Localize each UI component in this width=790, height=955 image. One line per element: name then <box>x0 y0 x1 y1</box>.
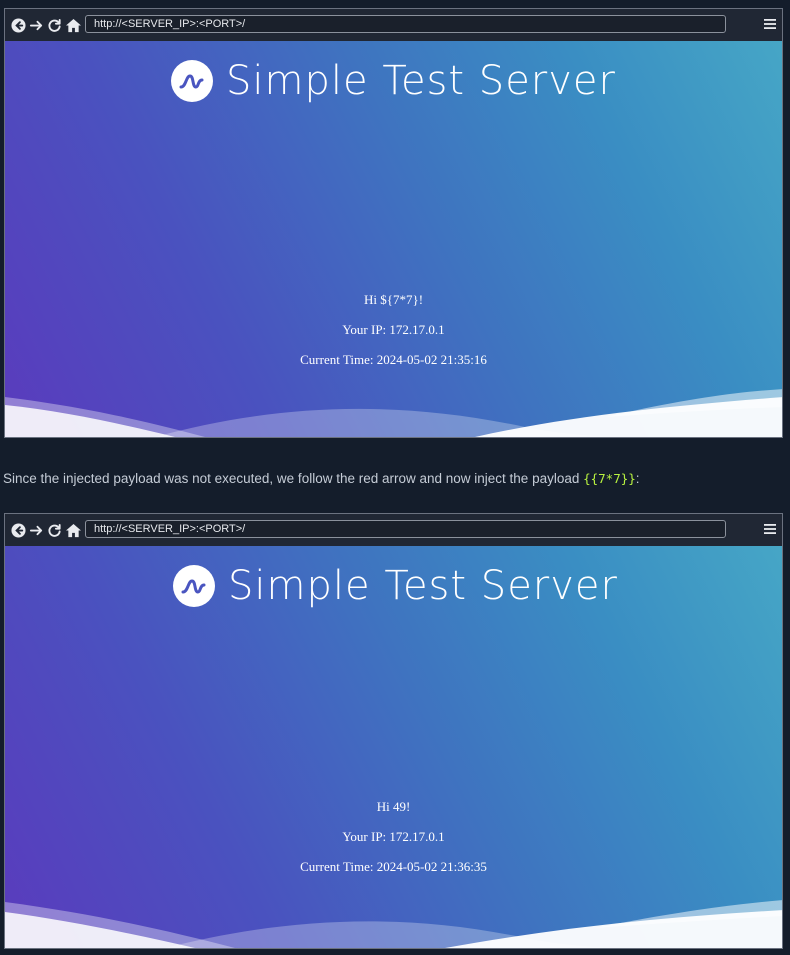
greeting-text: Hi 49! <box>376 799 411 814</box>
greeting-text: Hi ${7*7}! <box>363 292 424 307</box>
forward-button[interactable] <box>28 16 44 34</box>
site-brand: Simple Test Server <box>5 58 782 104</box>
site-title: Simple Test Server <box>228 563 618 609</box>
time-text: Current Time: 2024-05-02 21:35:16 <box>300 352 487 367</box>
hamburger-menu-icon <box>764 19 776 29</box>
back-circle-icon <box>10 17 26 33</box>
home-button[interactable] <box>64 521 82 539</box>
address-bar[interactable]: http://<SERVER_IP>:<PORT>/ <box>85 15 726 33</box>
browser-window-bottom: http://<SERVER_IP>:<PORT>/ Simple Test S… <box>4 513 783 949</box>
nav-buttons <box>10 521 82 539</box>
home-icon <box>65 523 81 537</box>
address-bar[interactable]: http://<SERVER_IP>:<PORT>/ <box>85 520 726 538</box>
wave-logo-icon <box>179 74 204 89</box>
ip-text: Your IP: 172.17.0.1 <box>342 829 445 844</box>
reload-button[interactable] <box>46 16 62 34</box>
browser-toolbar: http://<SERVER_IP>:<PORT>/ <box>5 514 782 546</box>
browser-window-top: http://<SERVER_IP>:<PORT>/ Simple Test S… <box>4 8 783 438</box>
wave-decoration <box>5 389 782 437</box>
arrow-right-icon <box>29 20 42 30</box>
site-title: Simple Test Server <box>226 58 616 104</box>
nav-buttons <box>10 16 82 34</box>
menu-button[interactable] <box>763 522 777 536</box>
caption-suffix: : <box>635 471 640 486</box>
page-viewport: Simple Test Server Hi ${7*7}! Your IP: 1… <box>5 41 782 437</box>
back-button[interactable] <box>10 521 26 539</box>
back-button[interactable] <box>10 16 26 34</box>
reload-button[interactable] <box>46 521 62 539</box>
payload-code: {{7*7}} <box>583 471 636 486</box>
home-button[interactable] <box>64 16 82 34</box>
hamburger-menu-icon <box>764 524 776 534</box>
forward-button[interactable] <box>28 521 44 539</box>
ip-text: Your IP: 172.17.0.1 <box>342 322 445 337</box>
site-logo <box>171 60 214 102</box>
back-circle-icon <box>10 522 26 538</box>
caption-body: Since the injected payload was not execu… <box>3 471 584 486</box>
browser-toolbar: http://<SERVER_IP>:<PORT>/ <box>5 9 782 41</box>
arrow-right-icon <box>29 525 42 535</box>
wave-logo-icon <box>181 579 206 594</box>
caption-text: Since the injected payload was not execu… <box>3 471 640 486</box>
site-brand: Simple Test Server <box>7 563 782 609</box>
reload-icon <box>47 18 61 32</box>
wave-decoration <box>5 900 782 948</box>
time-text: Current Time: 2024-05-02 21:36:35 <box>300 859 487 874</box>
page-viewport: Simple Test Server Hi 49! Your IP: 172.1… <box>5 546 782 948</box>
menu-button[interactable] <box>763 17 777 31</box>
home-icon <box>65 18 81 32</box>
site-logo <box>173 565 216 607</box>
reload-icon <box>47 523 61 537</box>
